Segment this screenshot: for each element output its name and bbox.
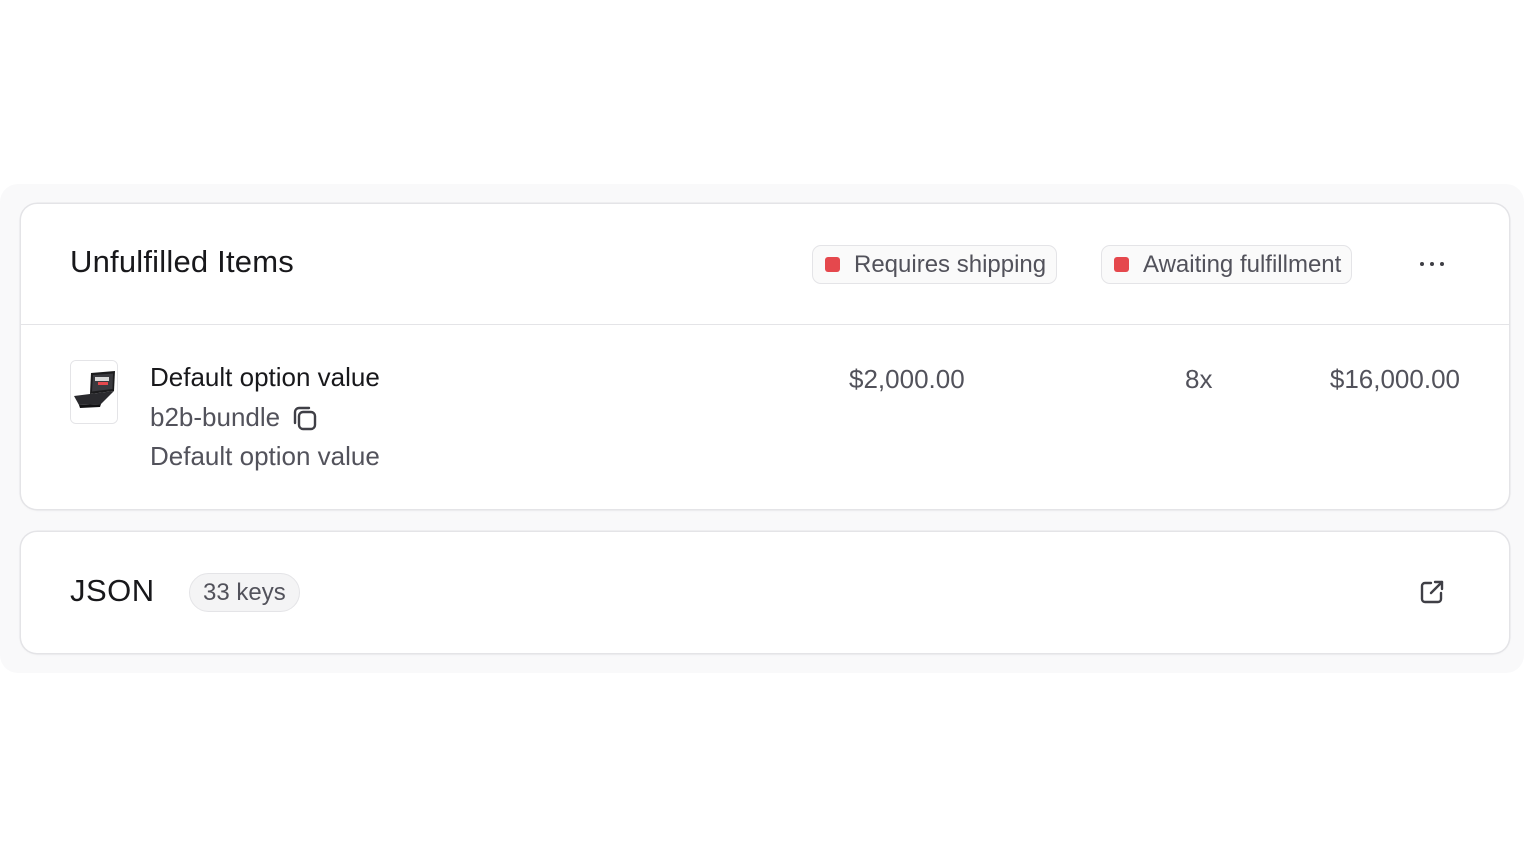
json-title: JSON xyxy=(70,573,155,608)
line-item-row: Default option value b2b-bundle Default … xyxy=(21,326,1509,509)
status-badge-label: Awaiting fulfillment xyxy=(1143,250,1342,278)
keys-count-badge: 33 keys xyxy=(189,573,300,612)
external-link-icon[interactable] xyxy=(1415,575,1449,609)
status-badge-requires-shipping: Requires shipping xyxy=(812,245,1058,284)
quantity: 8x xyxy=(1185,364,1213,394)
product-thumbnail xyxy=(70,360,118,424)
unfulfilled-items-header: Unfulfilled Items Requires shipping Awai… xyxy=(21,204,1509,325)
unit-price: $2,000.00 xyxy=(849,364,965,394)
line-total: $16,000.00 xyxy=(1329,364,1460,394)
more-horizontal-icon[interactable] xyxy=(1411,248,1453,280)
unfulfilled-items-card: Unfulfilled Items Requires shipping Awai… xyxy=(21,204,1509,509)
status-dot-icon xyxy=(825,257,840,272)
sku-text: b2b-bundle xyxy=(150,402,281,432)
section-title: Unfulfilled Items xyxy=(70,244,294,279)
line-item-sku: b2b-bundle xyxy=(150,402,320,433)
status-badge-label: Requires shipping xyxy=(854,250,1047,278)
laptop-product-image xyxy=(71,361,117,423)
order-details-panel: Unfulfilled Items Requires shipping Awai… xyxy=(0,184,1524,673)
line-item-variant: Default option value xyxy=(150,441,380,471)
line-item-title: Default option value xyxy=(150,362,380,392)
json-card: JSON 33 keys xyxy=(21,532,1509,653)
status-dot-icon xyxy=(1114,257,1129,272)
status-badge-awaiting-fulfillment: Awaiting fulfillment xyxy=(1101,245,1353,284)
copy-icon[interactable] xyxy=(290,403,320,433)
